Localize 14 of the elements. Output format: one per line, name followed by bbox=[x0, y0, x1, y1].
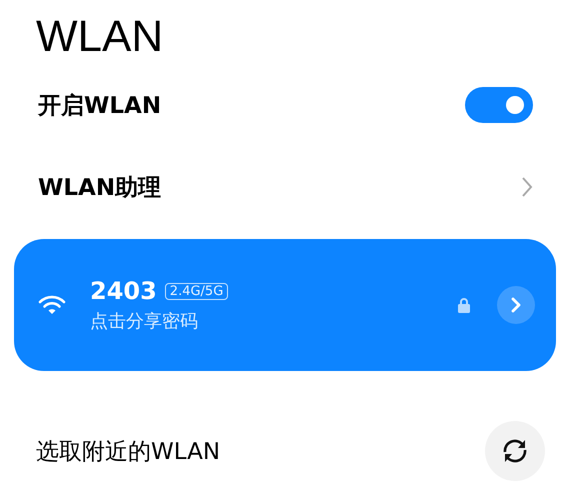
page-title: WLAN bbox=[36, 11, 164, 63]
setting-label: WLAN助理 bbox=[38, 174, 162, 202]
setting-label: 开启WLAN bbox=[38, 92, 162, 120]
refresh-icon bbox=[501, 437, 529, 465]
band-tag: 2.4G/5G bbox=[164, 282, 228, 300]
share-password-hint: 点击分享密码 bbox=[90, 310, 199, 333]
wlan-toggle[interactable] bbox=[465, 87, 533, 123]
connected-network-card[interactable]: 2403 2.4G/5G 点击分享密码 bbox=[14, 239, 556, 371]
chevron-right-icon bbox=[510, 297, 522, 313]
wifi-icon bbox=[38, 294, 66, 316]
nearby-networks-label: 选取附近的WLAN bbox=[36, 438, 220, 466]
details-button[interactable] bbox=[497, 286, 535, 324]
network-name: 2403 bbox=[90, 277, 157, 305]
chevron-right-icon[interactable] bbox=[521, 176, 533, 198]
